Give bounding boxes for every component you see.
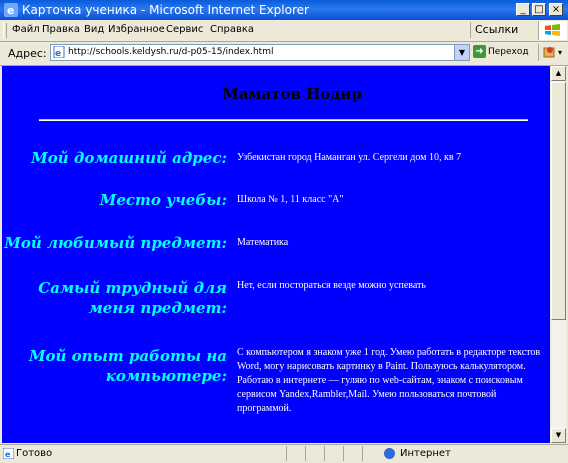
windows-logo-icon bbox=[538, 21, 567, 40]
menu-tools[interactable]: Сервис bbox=[166, 24, 203, 35]
page-viewport: Маматов Нодир Мой домашний адрес: Узбеки… bbox=[2, 66, 550, 443]
minimize-button[interactable]: _ bbox=[516, 3, 530, 16]
status-pane bbox=[343, 446, 362, 461]
menu-file[interactable]: Файл bbox=[12, 24, 40, 35]
label-home-address: Мой домашний адрес: bbox=[31, 149, 227, 167]
status-pane bbox=[286, 446, 305, 461]
go-arrow-icon: ➜ bbox=[473, 45, 486, 58]
svg-text:▾: ▾ bbox=[558, 48, 562, 57]
links-button[interactable]: Ссылки » bbox=[470, 22, 526, 52]
scroll-down-icon[interactable]: ▼ bbox=[551, 428, 566, 443]
toolbar-extra-icon[interactable]: ▾ bbox=[538, 44, 567, 61]
internet-globe-icon bbox=[384, 448, 395, 459]
address-url: http://schools.keldysh.ru/d-p05-15/index… bbox=[68, 47, 274, 57]
menu-favorites[interactable]: Избранное bbox=[108, 24, 165, 35]
links-label: Ссылки bbox=[475, 23, 519, 36]
address-label: Адрес: bbox=[8, 47, 47, 60]
value-home-address: Узбекистан город Наманган ул. Сергели до… bbox=[237, 152, 462, 163]
scroll-thumb[interactable] bbox=[551, 82, 566, 320]
address-bar: Адрес: e http://schools.keldysh.ru/d-p05… bbox=[0, 42, 568, 66]
value-computer-experience: С компьютером я знаком уже 1 год. Умею р… bbox=[237, 347, 541, 414]
divider bbox=[39, 119, 528, 121]
svg-text:e: e bbox=[55, 49, 61, 58]
svg-text:e: e bbox=[5, 450, 11, 459]
status-pane bbox=[305, 446, 324, 461]
address-input[interactable]: e http://schools.keldysh.ru/d-p05-15/ind… bbox=[50, 44, 470, 61]
scroll-up-icon[interactable]: ▲ bbox=[551, 66, 566, 81]
page-done-icon: e bbox=[3, 448, 14, 459]
page-icon: e bbox=[53, 46, 65, 58]
label-school: Место учебы: bbox=[99, 191, 227, 209]
menu-bar: Файл Правка Вид Избранное Сервис Справка… bbox=[0, 20, 568, 52]
status-pane bbox=[324, 446, 343, 461]
menu-edit[interactable]: Правка bbox=[42, 24, 80, 35]
window-title: Карточка ученика - Microsoft Internet Ex… bbox=[22, 3, 309, 17]
toolbar-grip bbox=[3, 23, 7, 38]
value-hardest-subject: Нет, если постораться везде можно успева… bbox=[237, 280, 426, 291]
svg-text:e: e bbox=[7, 4, 14, 17]
value-favorite-subject: Математика bbox=[237, 237, 289, 248]
status-pane bbox=[362, 446, 381, 461]
go-button[interactable]: ➜ Переход bbox=[473, 44, 535, 61]
menu-help[interactable]: Справка bbox=[210, 24, 254, 35]
label-computer-experience: Мой опыт работы на компьютере: bbox=[28, 347, 227, 385]
status-text: Готово bbox=[16, 448, 53, 459]
close-button[interactable]: × bbox=[549, 3, 563, 16]
value-school: Школа № 1, 11 класс "А" bbox=[237, 194, 344, 205]
student-name: Маматов Нодир bbox=[222, 85, 362, 103]
maximize-button[interactable]: □ bbox=[532, 3, 546, 16]
address-dropdown-icon[interactable]: ▼ bbox=[454, 45, 469, 60]
ie-logo-icon: e bbox=[4, 3, 18, 17]
status-bar: e Готово Интернет bbox=[0, 444, 568, 463]
vertical-scrollbar[interactable]: ▲ ▼ bbox=[551, 66, 566, 443]
zone-text: Интернет bbox=[400, 448, 451, 459]
label-hardest-subject: Самый трудный для меня предмет: bbox=[38, 279, 227, 317]
menu-view[interactable]: Вид bbox=[84, 24, 104, 35]
label-favorite-subject: Мой любимый предмет: bbox=[4, 234, 227, 252]
go-label: Переход bbox=[488, 47, 529, 57]
title-bar: e Карточка ученика - Microsoft Internet … bbox=[0, 0, 568, 20]
